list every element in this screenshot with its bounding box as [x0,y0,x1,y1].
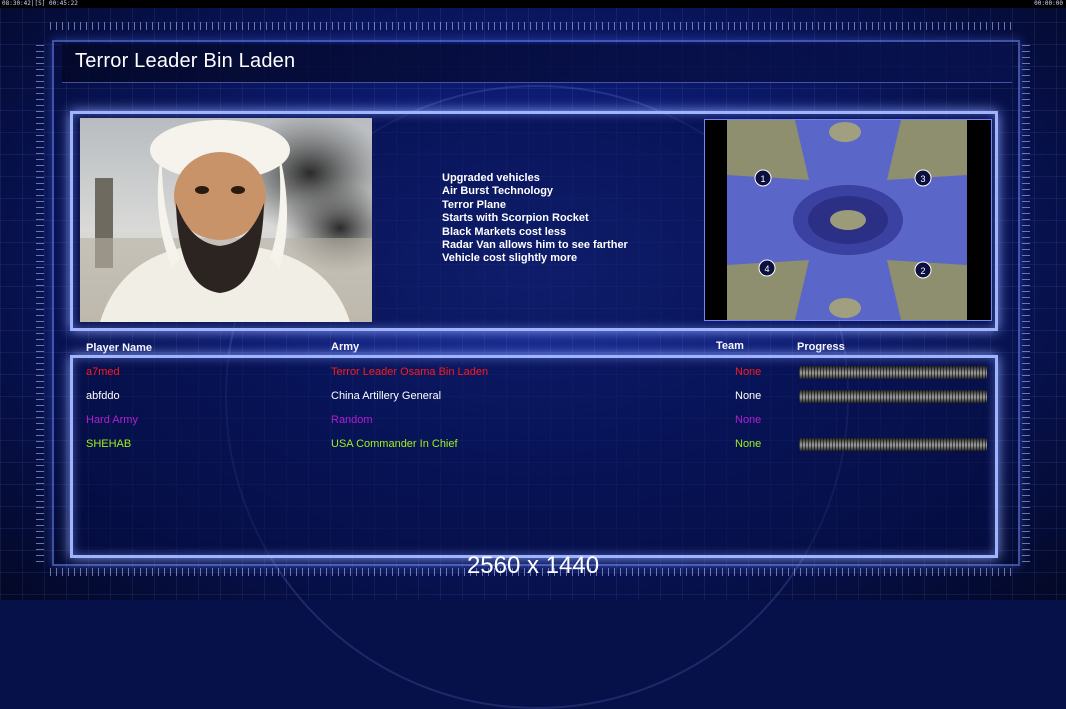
player-progress-bar [799,390,987,403]
progress-header: Progress [797,341,845,353]
player-army-cell[interactable]: China Artillery General [331,390,441,402]
map-start-position: 3 [920,174,925,184]
trait-item: Starts with Scorpion Rocket [442,212,589,225]
player-progress-bar [799,438,987,451]
map-preview[interactable]: 1 2 3 4 [704,119,992,321]
player-progress-bar [799,366,987,379]
player-team-cell[interactable]: None [735,390,761,402]
ruler-top [50,22,1016,30]
left-clock: 08:30:42|[S] 00:45:22 [2,0,78,7]
map-start-position: 1 [760,174,765,184]
general-traits-list: Upgraded vehicles Air Burst Technology T… [442,172,628,266]
map-start-position: 4 [764,264,769,274]
map-start-position: 2 [920,266,925,276]
player-list-panel [70,355,998,558]
trait-item: Radar Van allows him to see farther [442,239,628,252]
ruler-left [36,40,44,562]
ruler-right [1022,40,1030,562]
player-team-cell[interactable]: None [735,438,761,450]
trait-item: Terror Plane [442,198,506,211]
player-army-cell[interactable]: Random [331,414,373,426]
player-name-cell[interactable]: a7med [86,366,120,378]
top-status-bar [0,0,1066,8]
player-team-cell[interactable]: None [735,366,761,378]
player-name-header: Player Name [86,342,153,354]
right-clock: 00:00:00 [1034,0,1063,7]
player-name-cell[interactable]: SHEHAB [86,438,131,450]
trait-item: Black Markets cost less [442,225,567,238]
player-name-cell[interactable]: abfddo [86,390,120,402]
player-team-cell[interactable]: None [735,414,761,426]
player-army-cell[interactable]: Terror Leader Osama Bin Laden [331,366,488,378]
player-army-cell[interactable]: USA Commander In Chief [331,438,458,450]
team-header: Team [716,340,744,352]
general-title: Terror Leader Bin Laden [75,50,296,72]
army-header: Army [331,341,360,353]
trait-item: Vehicle cost slightly more [442,252,578,265]
trait-item: Upgraded vehicles [442,172,540,184]
player-name-cell[interactable]: Hard Army [86,414,138,426]
general-portrait [80,118,372,322]
resolution-overlay: 2560 x 1440 [466,552,600,579]
trait-item: Air Burst Technology [442,185,554,198]
